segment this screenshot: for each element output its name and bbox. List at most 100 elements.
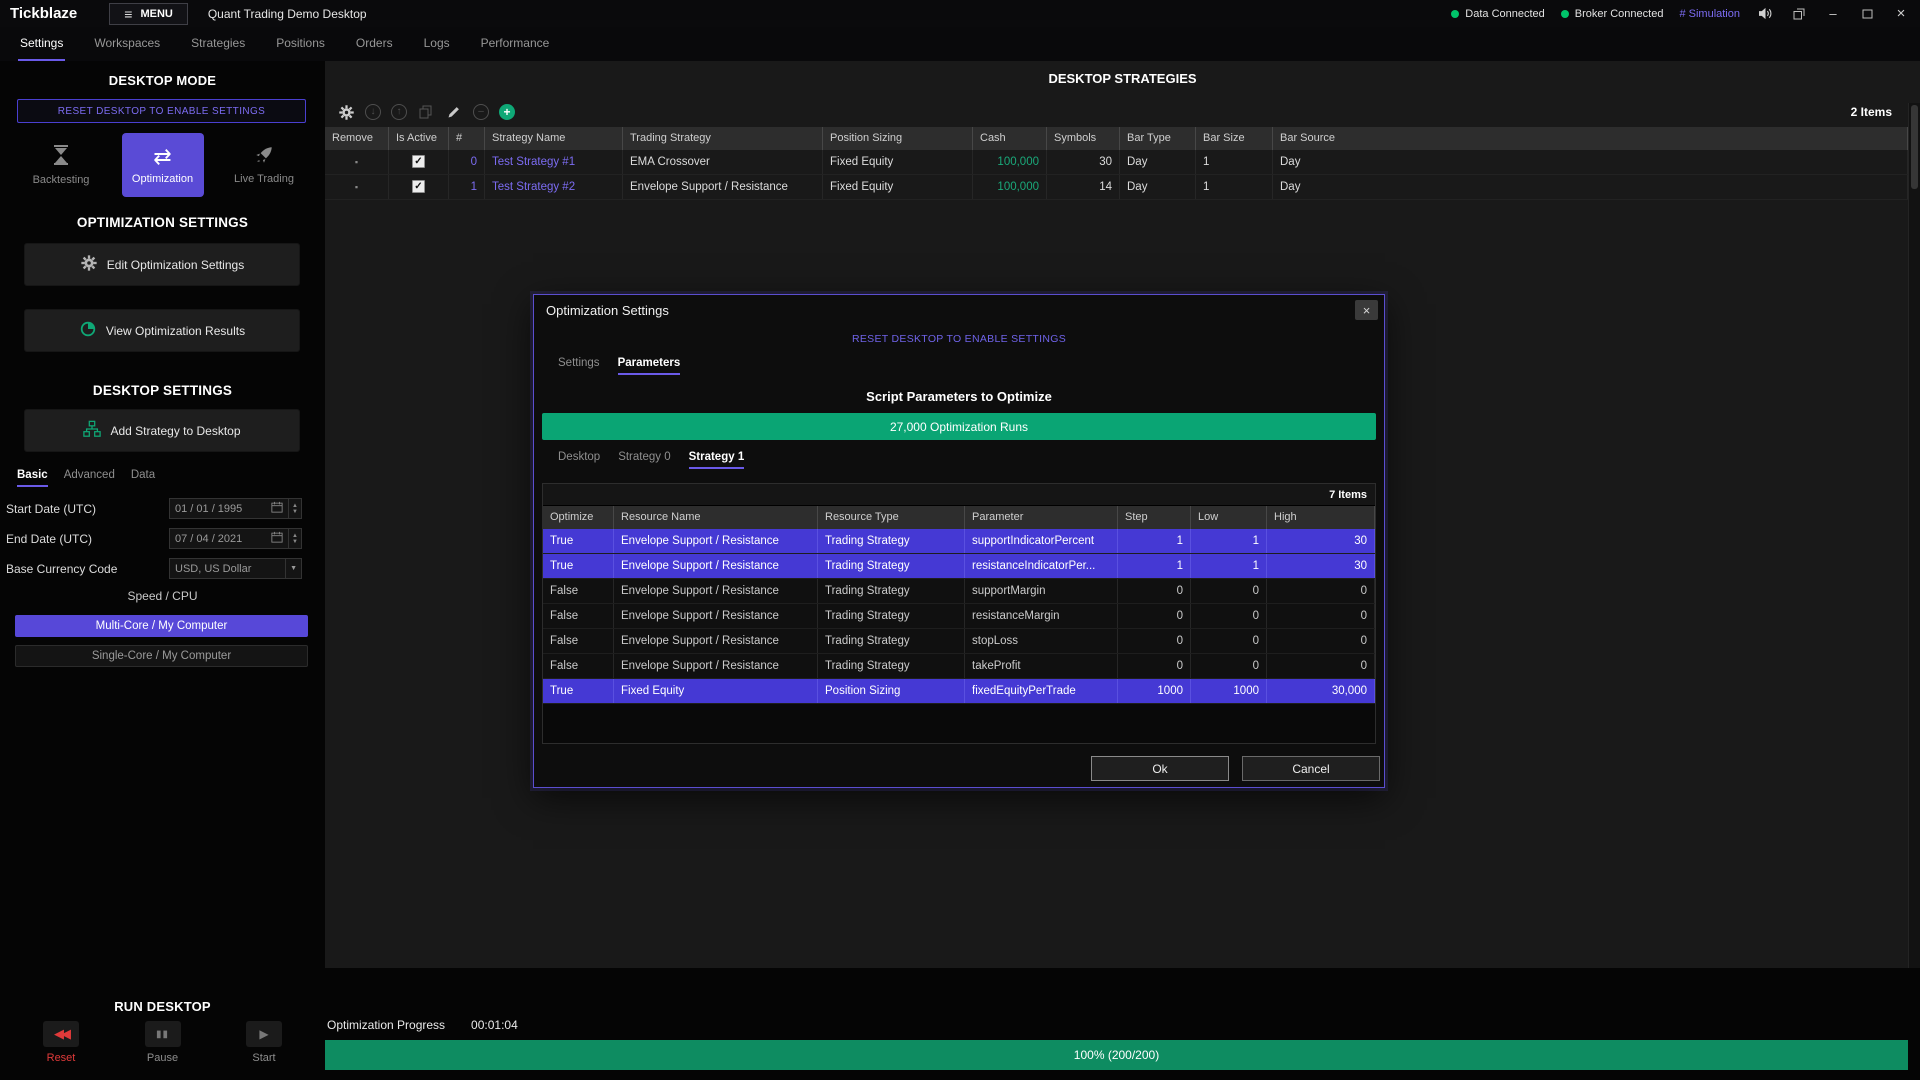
strategy-tab[interactable]: Strategy 1 [689, 451, 745, 469]
step-cell[interactable]: 0 [1118, 579, 1191, 603]
spinner-down-icon[interactable]: ▼ [289, 509, 301, 515]
add-strategy-button[interactable]: Add Strategy to Desktop [24, 409, 300, 452]
start-button[interactable]: ▶ Start [227, 1021, 301, 1064]
step-cell[interactable]: 0 [1118, 629, 1191, 653]
column-header[interactable]: Optimize [543, 506, 614, 529]
ok-button[interactable]: Ok [1091, 756, 1229, 781]
move-up-icon[interactable]: ↑ [391, 104, 407, 120]
optimize-cell[interactable]: False [543, 604, 614, 628]
remove-cell[interactable]: ▪ [325, 175, 389, 199]
column-header[interactable]: Remove [325, 127, 389, 150]
start-date-field[interactable]: 01 / 01 / 1995 ▲ ▼ [169, 498, 302, 519]
low-cell[interactable]: 0 [1191, 579, 1267, 603]
base-currency-select[interactable]: USD, US Dollar ▼ [169, 558, 302, 579]
strategy-tab[interactable]: Desktop [558, 451, 600, 469]
mode-optimization-button[interactable]: ⇄ Optimization [122, 133, 204, 197]
edit-pencil-icon[interactable] [445, 103, 463, 121]
chevron-down-icon[interactable]: ▼ [285, 559, 301, 578]
column-header[interactable]: Bar Size [1196, 127, 1273, 150]
date-spinner[interactable]: ▲ ▼ [288, 529, 301, 548]
optimize-cell[interactable]: True [543, 679, 614, 703]
maximize-icon[interactable] [1858, 5, 1876, 23]
float-window-icon[interactable] [1790, 5, 1808, 23]
parameter-row[interactable]: True Envelope Support / Resistance Tradi… [543, 529, 1375, 554]
nav-tab[interactable]: Logs [422, 27, 452, 61]
optimize-cell[interactable]: False [543, 579, 614, 603]
high-cell[interactable]: 0 [1267, 629, 1375, 653]
nav-tab[interactable]: Settings [18, 27, 65, 61]
pause-button[interactable]: ▮▮ Pause [126, 1021, 200, 1064]
reset-button[interactable]: ◀◀ Reset [24, 1021, 98, 1064]
column-header[interactable]: Resource Name [614, 506, 818, 529]
single-core-button[interactable]: Single-Core / My Computer [15, 645, 308, 667]
dialog-tab[interactable]: Parameters [618, 357, 681, 375]
parameter-row[interactable]: False Envelope Support / Resistance Trad… [543, 629, 1375, 654]
multi-core-button[interactable]: Multi-Core / My Computer [15, 615, 308, 637]
calendar-icon[interactable] [271, 501, 283, 516]
high-cell[interactable]: 30 [1267, 529, 1375, 553]
column-header[interactable]: Cash [973, 127, 1047, 150]
strategy-name-link[interactable]: Test Strategy #2 [485, 175, 623, 199]
spinner-down-icon[interactable]: ▼ [289, 539, 301, 545]
column-header[interactable]: Parameter [965, 506, 1118, 529]
view-optimization-results-button[interactable]: View Optimization Results [24, 309, 300, 352]
is-active-cell[interactable]: ✓ [389, 150, 449, 174]
low-cell[interactable]: 1000 [1191, 679, 1267, 703]
vertical-scrollbar[interactable] [1908, 103, 1920, 968]
high-cell[interactable]: 0 [1267, 654, 1375, 678]
dialog-reset-link[interactable]: RESET DESKTOP TO ENABLE SETTINGS [534, 333, 1384, 345]
dialog-tab[interactable]: Settings [558, 357, 600, 375]
nav-tab[interactable]: Performance [479, 27, 552, 61]
minimize-icon[interactable]: – [1824, 6, 1842, 21]
optimize-cell[interactable]: True [543, 554, 614, 578]
optimize-cell[interactable]: False [543, 654, 614, 678]
column-header[interactable]: Bar Type [1120, 127, 1196, 150]
mode-live-trading-button[interactable]: Live Trading [223, 133, 305, 197]
close-icon[interactable]: × [1892, 5, 1910, 22]
step-cell[interactable]: 0 [1118, 654, 1191, 678]
edit-optimization-settings-button[interactable]: Edit Optimization Settings [24, 243, 300, 286]
nav-tab[interactable]: Orders [354, 27, 395, 61]
column-header[interactable]: Is Active [389, 127, 449, 150]
column-header[interactable]: Trading Strategy [623, 127, 823, 150]
end-date-field[interactable]: 07 / 04 / 2021 ▲ ▼ [169, 528, 302, 549]
mode-backtesting-button[interactable]: Backtesting [20, 133, 102, 197]
high-cell[interactable]: 0 [1267, 579, 1375, 603]
nav-tab[interactable]: Positions [274, 27, 327, 61]
parameter-row[interactable]: False Envelope Support / Resistance Trad… [543, 654, 1375, 679]
remove-bullet-icon[interactable]: ▪ [355, 182, 358, 192]
remove-cell[interactable]: ▪ [325, 150, 389, 174]
speaker-icon[interactable] [1756, 5, 1774, 23]
dialog-titlebar[interactable]: Optimization Settings [534, 295, 1384, 325]
column-header[interactable]: Resource Type [818, 506, 965, 529]
step-cell[interactable]: 1000 [1118, 679, 1191, 703]
step-cell[interactable]: 0 [1118, 604, 1191, 628]
step-cell[interactable]: 1 [1118, 554, 1191, 578]
parameter-row[interactable]: True Envelope Support / Resistance Tradi… [543, 554, 1375, 579]
column-header[interactable]: High [1267, 506, 1375, 529]
parameter-row[interactable]: False Envelope Support / Resistance Trad… [543, 579, 1375, 604]
column-header[interactable]: # [449, 127, 485, 150]
date-spinner[interactable]: ▲ ▼ [288, 499, 301, 518]
settings-gear-icon[interactable] [337, 103, 355, 121]
nav-tab[interactable]: Workspaces [92, 27, 162, 61]
duplicate-icon[interactable] [417, 103, 435, 121]
high-cell[interactable]: 30,000 [1267, 679, 1375, 703]
parameter-row[interactable]: True Fixed Equity Position Sizing fixedE… [543, 679, 1375, 704]
settings-sub-tab[interactable]: Advanced [64, 469, 115, 487]
column-header[interactable]: Symbols [1047, 127, 1120, 150]
is-active-cell[interactable]: ✓ [389, 175, 449, 199]
strategy-row[interactable]: ▪ ✓ 0 Test Strategy #1 EMA Crossover Fix… [325, 150, 1908, 175]
settings-sub-tab[interactable]: Basic [17, 469, 48, 487]
active-checkbox[interactable]: ✓ [412, 155, 425, 168]
parameter-row[interactable]: False Envelope Support / Resistance Trad… [543, 604, 1375, 629]
active-checkbox[interactable]: ✓ [412, 180, 425, 193]
nav-tab[interactable]: Strategies [189, 27, 247, 61]
optimize-cell[interactable]: True [543, 529, 614, 553]
high-cell[interactable]: 30 [1267, 554, 1375, 578]
low-cell[interactable]: 0 [1191, 654, 1267, 678]
low-cell[interactable]: 0 [1191, 604, 1267, 628]
low-cell[interactable]: 1 [1191, 554, 1267, 578]
menu-button[interactable]: ≡ MENU [109, 3, 188, 25]
scrollbar-thumb[interactable] [1911, 105, 1918, 189]
